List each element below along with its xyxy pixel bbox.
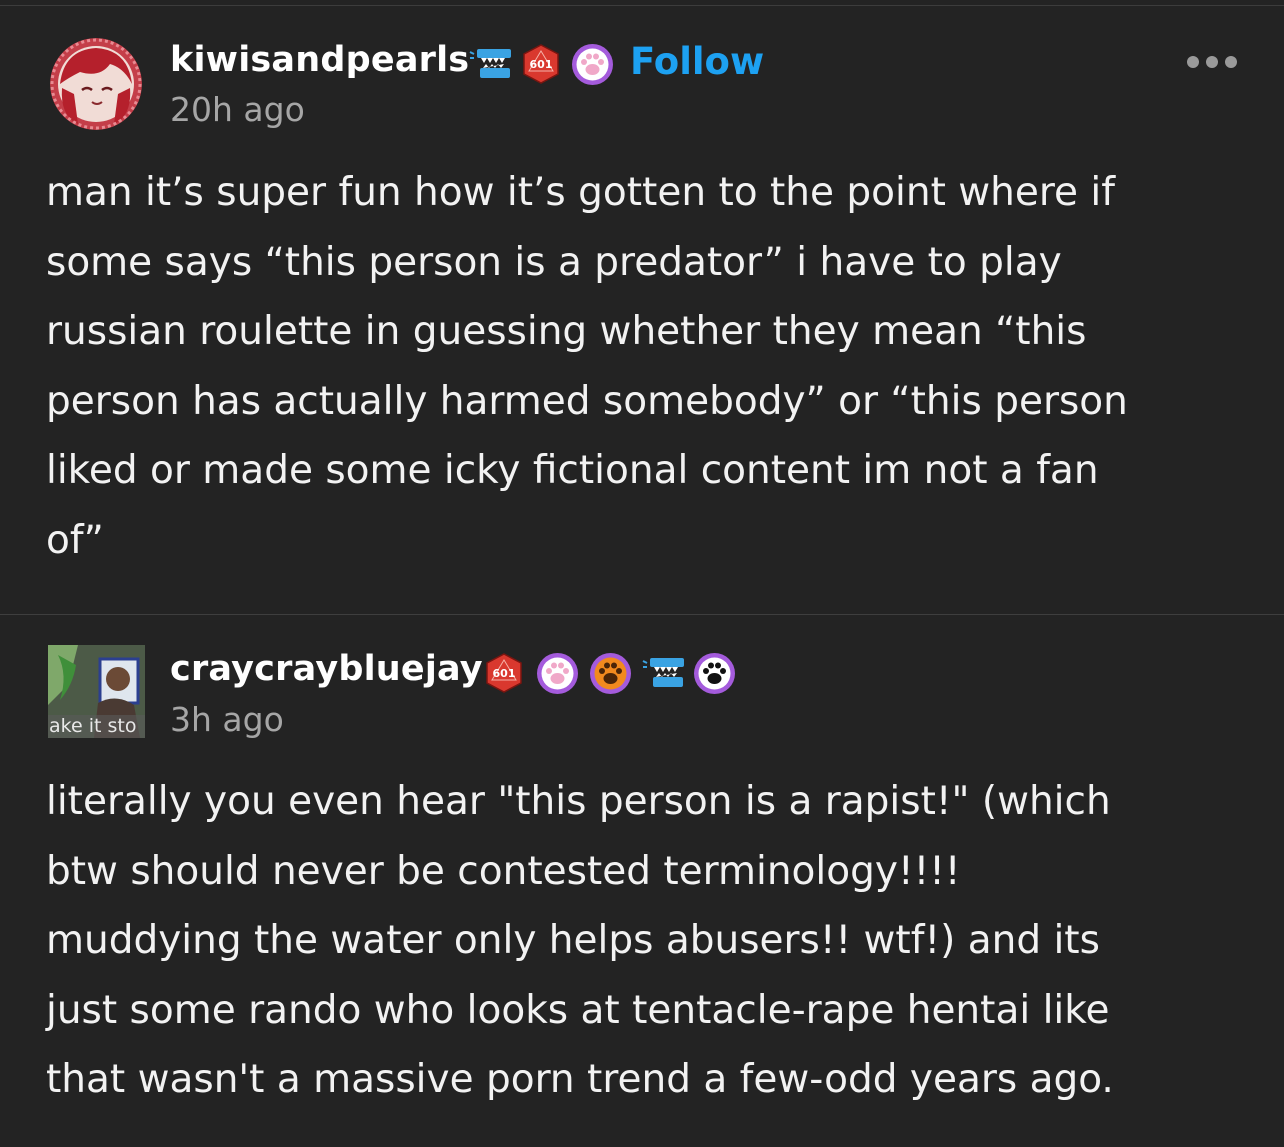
d20-number: 601 [530,58,553,71]
post-body: man it’s super fun how it’s gotten to th… [46,170,1128,563]
paw-orange-badge-icon [590,653,631,694]
paw-black-badge-icon [694,653,735,694]
post-timestamp[interactable]: 20h ago [170,90,305,129]
post-body: literally you even hear "this person is … [46,779,1114,1102]
avatar[interactable]: ake it sto [48,645,145,738]
dot-icon [1187,56,1199,68]
post-username[interactable]: craycraybluejay [170,649,483,689]
avatar[interactable] [50,38,142,130]
post-username[interactable]: kiwisandpearls [170,40,469,80]
d20-number: 601 [493,667,516,680]
d20-601-badge-icon: 601 [486,653,522,693]
dot-icon [1225,56,1237,68]
teeth-badge-icon [469,49,511,78]
d20-601-badge-icon: 601 [523,44,559,84]
more-options-button[interactable] [1187,52,1247,72]
dot-icon [1206,56,1218,68]
post-timestamp[interactable]: 3h ago [170,700,284,739]
paw-badge-icon [572,44,613,85]
paw-badge-icon [537,653,578,694]
teeth-badge-icon [642,658,684,687]
follow-button[interactable]: Follow [630,40,764,83]
avatar-caption: ake it sto [49,715,137,737]
